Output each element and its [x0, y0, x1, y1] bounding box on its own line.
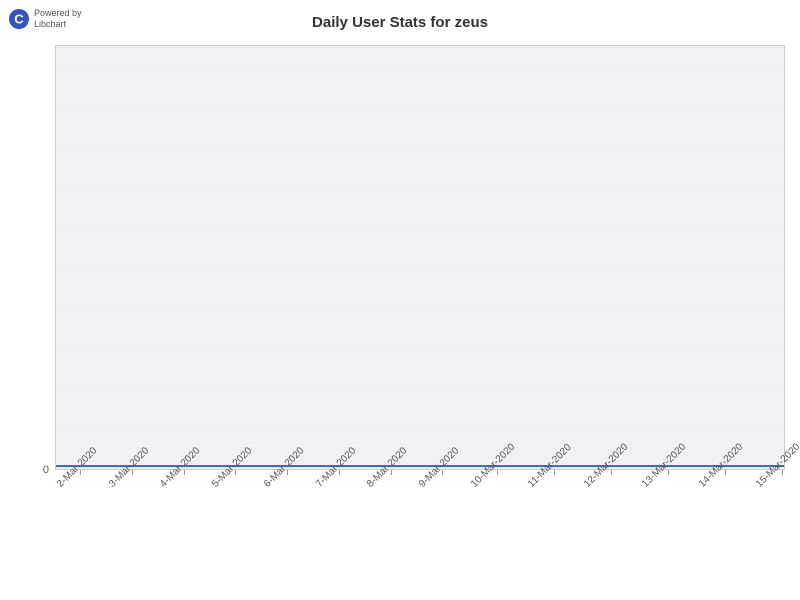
- x-tick: [554, 470, 555, 475]
- x-label-wrapper: 3-Mar-2020: [107, 470, 159, 590]
- chart-area: [55, 45, 785, 470]
- x-tick: [782, 470, 783, 475]
- x-label-wrapper: 10-Mar-2020: [469, 470, 526, 590]
- chart-title: Daily User Stats for zeus: [0, 14, 800, 31]
- x-label-wrapper: 7-Mar-2020: [314, 470, 366, 590]
- y-axis-labels: 0: [0, 45, 55, 470]
- x-tick: [611, 470, 612, 475]
- chart-background: [56, 46, 784, 469]
- chart-container: C Powered by Libchart Daily User Stats f…: [0, 0, 800, 600]
- x-label-wrapper: 8-Mar-2020: [365, 470, 417, 590]
- x-label-wrapper: 14-Mar-2020: [697, 470, 754, 590]
- x-label-wrapper: 4-Mar-2020: [158, 470, 210, 590]
- x-label-wrapper: 13-Mar-2020: [640, 470, 697, 590]
- x-label-wrapper: 12-Mar-2020: [582, 470, 639, 590]
- y-label-zero: 0: [43, 464, 49, 476]
- x-tick: [497, 470, 498, 475]
- x-axis: 2-Mar-20203-Mar-20204-Mar-20205-Mar-2020…: [55, 470, 785, 590]
- x-label-wrapper: 5-Mar-2020: [210, 470, 262, 590]
- x-label-wrapper: 2-Mar-2020: [55, 470, 107, 590]
- x-label-wrapper: 11-Mar-2020: [526, 470, 583, 590]
- x-tick: [725, 470, 726, 475]
- data-line: [56, 465, 784, 467]
- x-label-wrapper: 6-Mar-2020: [262, 470, 314, 590]
- x-label-wrapper: 9-Mar-2020: [417, 470, 469, 590]
- chart-left-border: [55, 45, 56, 470]
- x-label-wrapper: 15-Mar-2020: [754, 470, 800, 590]
- x-tick: [668, 470, 669, 475]
